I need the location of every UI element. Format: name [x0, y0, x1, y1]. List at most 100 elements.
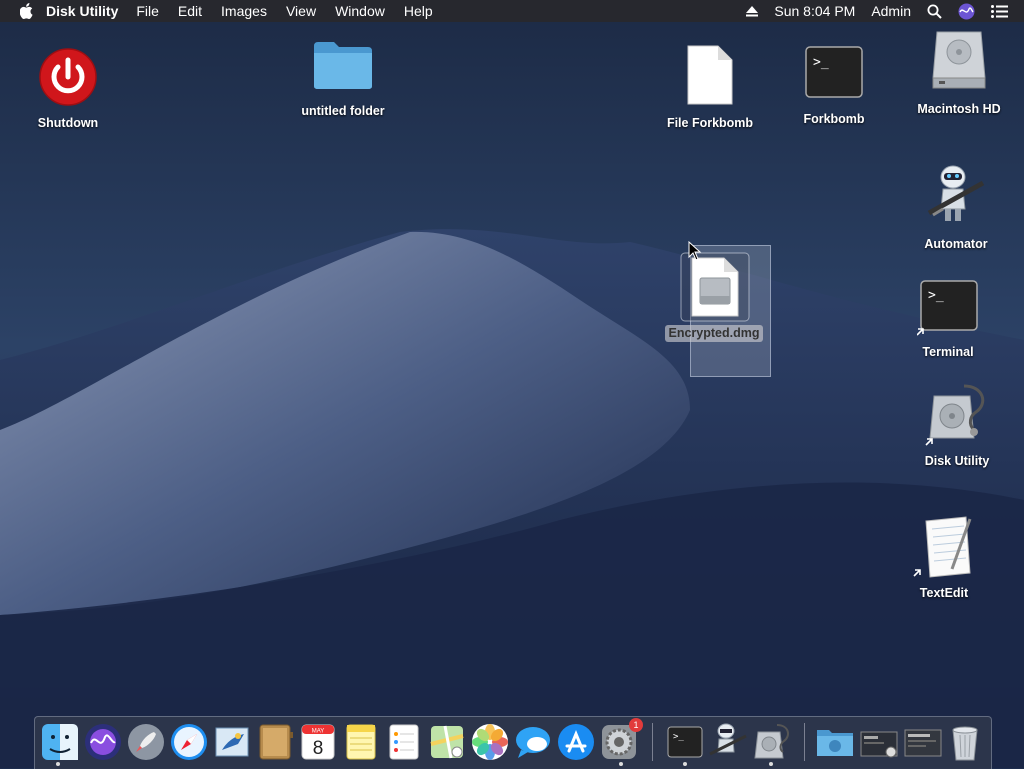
dock-recent-item[interactable]	[859, 722, 899, 762]
textedit-icon	[913, 516, 972, 578]
eject-icon[interactable]	[746, 5, 759, 17]
dock-messages[interactable]	[513, 722, 553, 762]
hard-drive-icon	[932, 31, 986, 89]
dock-downloads-folder[interactable]	[815, 722, 855, 762]
dock-notes[interactable]	[341, 722, 381, 762]
mail-icon	[215, 727, 249, 757]
dragged-item-label: Encrypted.dmg	[665, 325, 763, 342]
document-icon	[687, 45, 733, 105]
desktop-icon-textedit[interactable]: TextEdit	[908, 515, 980, 605]
desktop-icon-untitled-folder[interactable]: untitled folder	[300, 40, 386, 122]
maps-icon	[430, 725, 464, 759]
terminal-script-icon: >_	[805, 46, 863, 98]
menu-file[interactable]: File	[136, 3, 159, 19]
menubar-clock[interactable]: Sun 8:04 PM	[774, 3, 855, 19]
messages-icon	[516, 727, 550, 758]
desktop-icon-label: File Forkbomb	[666, 116, 754, 130]
dock-safari[interactable]	[169, 722, 209, 762]
desktop-icon-label: TextEdit	[919, 586, 969, 600]
running-indicator	[683, 762, 687, 766]
siri-icon	[85, 724, 121, 760]
svg-text:>_: >_	[813, 55, 829, 70]
siri-icon[interactable]	[958, 3, 975, 20]
search-icon[interactable]	[927, 4, 942, 19]
recent-item-icon	[860, 731, 898, 758]
dock-calendar[interactable]: MAY 8	[298, 722, 338, 762]
dock-maps[interactable]	[427, 722, 467, 762]
photos-icon	[472, 724, 508, 760]
calendar-month: MAY	[312, 729, 325, 735]
disk-utility-icon	[925, 384, 985, 446]
terminal-icon: >_	[667, 726, 703, 758]
running-indicator	[56, 762, 60, 766]
desktop-icon-label: Shutdown	[37, 116, 99, 130]
menu-view[interactable]: View	[286, 3, 316, 19]
desktop-icon-label: Terminal	[922, 345, 974, 359]
desktop-icon-label: Macintosh HD	[917, 102, 1001, 116]
dock-mail[interactable]	[212, 722, 252, 762]
disk-utility-icon	[754, 724, 790, 759]
desktop-icon-label: Forkbomb	[803, 112, 865, 126]
desktop-icon-label: Automator	[924, 237, 988, 251]
desktop-icon-automator[interactable]: Automator	[918, 163, 994, 253]
dock-trash[interactable]	[945, 722, 985, 762]
app-name[interactable]: Disk Utility	[46, 3, 118, 19]
dock-recent-item[interactable]	[903, 722, 943, 762]
svg-text:>_: >_	[928, 288, 944, 303]
dock-separator	[652, 723, 653, 761]
desktop-icon-label: Disk Utility	[924, 454, 990, 468]
automator-icon	[927, 165, 985, 221]
automator-icon	[709, 723, 747, 756]
desktop-icon-file-forkbomb[interactable]: File Forkbomb	[666, 44, 754, 134]
menubar-user[interactable]: Admin	[871, 3, 911, 19]
desktop-icon-disk-utility[interactable]: Disk Utility	[914, 382, 1000, 472]
running-indicator	[619, 762, 623, 766]
dock-terminal[interactable]: >_	[665, 722, 705, 762]
folder-icon	[314, 42, 372, 89]
menu-edit[interactable]: Edit	[178, 3, 202, 19]
desktop-icon-encrypted-dmg[interactable]	[680, 252, 750, 322]
dock-system-preferences[interactable]: 1	[599, 718, 643, 762]
dock-automator[interactable]	[708, 722, 748, 762]
power-icon	[39, 48, 97, 106]
desktop-icon-forkbomb[interactable]: >_ Forkbomb	[796, 44, 872, 130]
menu-images[interactable]: Images	[221, 3, 267, 19]
notes-icon	[346, 724, 376, 760]
apple-icon[interactable]	[20, 3, 34, 19]
dock-photos[interactable]	[470, 722, 510, 762]
menu-help[interactable]: Help	[404, 3, 433, 19]
trash-icon	[952, 726, 978, 761]
svg-text:>_: >_	[673, 732, 684, 742]
dock-launchpad[interactable]	[126, 722, 166, 762]
calendar-icon: MAY 8	[301, 724, 335, 760]
dock-finder[interactable]	[40, 722, 80, 762]
launchpad-icon	[128, 724, 164, 760]
terminal-icon: >_	[917, 280, 978, 336]
recent-item-icon	[904, 729, 942, 757]
running-indicator	[769, 762, 773, 766]
downloads-folder-icon	[817, 730, 853, 756]
calendar-day: 8	[313, 738, 324, 759]
safari-icon	[171, 724, 207, 760]
dock-disk-utility[interactable]	[751, 722, 791, 762]
menu-list-icon[interactable]	[991, 4, 1008, 18]
menu-bar: Disk Utility File Edit Images View Windo…	[0, 0, 1024, 22]
dock-separator	[804, 723, 805, 761]
desktop-icon-shutdown[interactable]: Shutdown	[28, 45, 108, 135]
disk-image-icon	[680, 252, 750, 322]
finder-icon	[42, 724, 78, 760]
reminders-icon	[389, 724, 419, 760]
dock-siri[interactable]	[83, 722, 123, 762]
contacts-icon	[259, 724, 293, 760]
menu-window[interactable]: Window	[335, 3, 385, 19]
desktop-icon-label: untitled folder	[301, 104, 385, 118]
notification-badge: 1	[629, 718, 643, 732]
dock-contacts[interactable]	[255, 722, 295, 762]
dock-app-store[interactable]	[556, 722, 596, 762]
dock: MAY 8 1 >_	[34, 716, 992, 769]
desktop-icon-macintosh-hd[interactable]: Macintosh HD	[914, 30, 1004, 120]
dock-reminders[interactable]	[384, 722, 424, 762]
desktop-icon-terminal[interactable]: >_ Terminal	[912, 278, 984, 362]
app-store-icon	[558, 724, 594, 760]
mouse-pointer-icon	[688, 241, 702, 261]
